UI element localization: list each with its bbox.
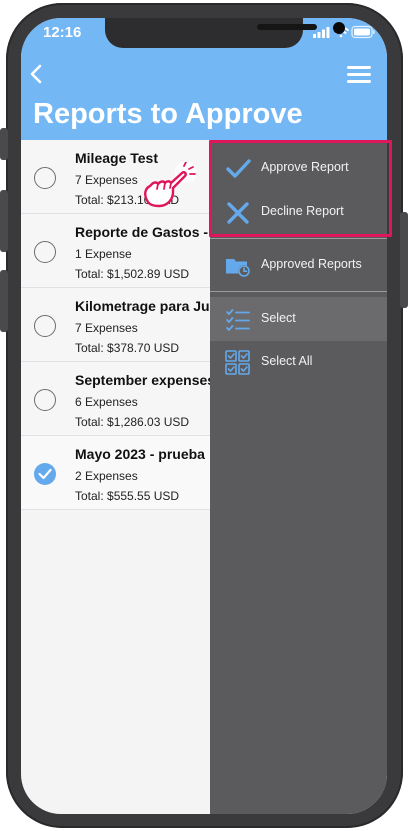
folder-clock-icon xyxy=(226,259,250,277)
select-button[interactable]: Select xyxy=(210,297,387,341)
expense-count: 6 Expenses xyxy=(75,395,138,409)
select-label: Select xyxy=(261,311,296,325)
volume-down-button xyxy=(0,270,8,332)
app-header: 12:16 Reports to Approve xyxy=(21,18,387,140)
power-button xyxy=(400,212,408,308)
report-total: Total: $378.70 USD xyxy=(75,341,180,355)
menu-divider xyxy=(210,238,387,239)
radio-unchecked-icon[interactable] xyxy=(34,167,56,189)
volume-up-button xyxy=(0,190,8,252)
select-all-label: Select All xyxy=(261,354,313,368)
pointing-hand-icon xyxy=(144,162,196,208)
radio-unchecked-icon[interactable] xyxy=(34,389,56,411)
status-time: 12:16 xyxy=(43,24,82,41)
radio-unchecked-icon[interactable] xyxy=(34,241,56,263)
page-title: Reports to Approve xyxy=(33,98,303,130)
select-all-icon xyxy=(225,350,250,375)
approved-reports-label: Approved Reports xyxy=(261,257,362,271)
report-total: Total: $1,502.89 USD xyxy=(75,267,190,281)
action-side-menu: Approve Report Decline Report Approved R… xyxy=(210,140,387,814)
radio-unchecked-icon[interactable] xyxy=(34,315,56,337)
checklist-icon xyxy=(226,309,250,331)
menu-divider xyxy=(210,291,387,292)
expense-count: 7 Expenses xyxy=(75,173,138,187)
select-all-button[interactable]: Select All xyxy=(210,340,387,384)
back-icon[interactable] xyxy=(27,62,47,86)
app-screen: 12:16 Reports to Approve Mileage Test 7 … xyxy=(21,18,387,814)
radio-checked-icon[interactable] xyxy=(34,463,56,485)
highlight-box xyxy=(209,140,392,237)
expense-count: 7 Expenses xyxy=(75,321,138,335)
hamburger-menu-icon[interactable] xyxy=(347,66,371,84)
device-notch xyxy=(105,18,345,48)
approved-reports-button[interactable]: Approved Reports xyxy=(210,243,387,287)
report-name: September expenses xyxy=(75,372,216,388)
front-camera xyxy=(333,22,345,34)
battery-icon xyxy=(351,25,375,39)
report-name: Kilometrage para Julio xyxy=(75,298,226,314)
report-total: Total: $1,286.03 USD xyxy=(75,415,190,429)
report-total: Total: $555.55 USD xyxy=(75,489,180,503)
mute-switch xyxy=(0,128,8,160)
expense-count: 1 Expense xyxy=(75,247,132,261)
speaker-grille xyxy=(257,24,317,30)
expense-count: 2 Expenses xyxy=(75,469,138,483)
report-name: Mayo 2023 - prueba xyxy=(75,446,205,462)
